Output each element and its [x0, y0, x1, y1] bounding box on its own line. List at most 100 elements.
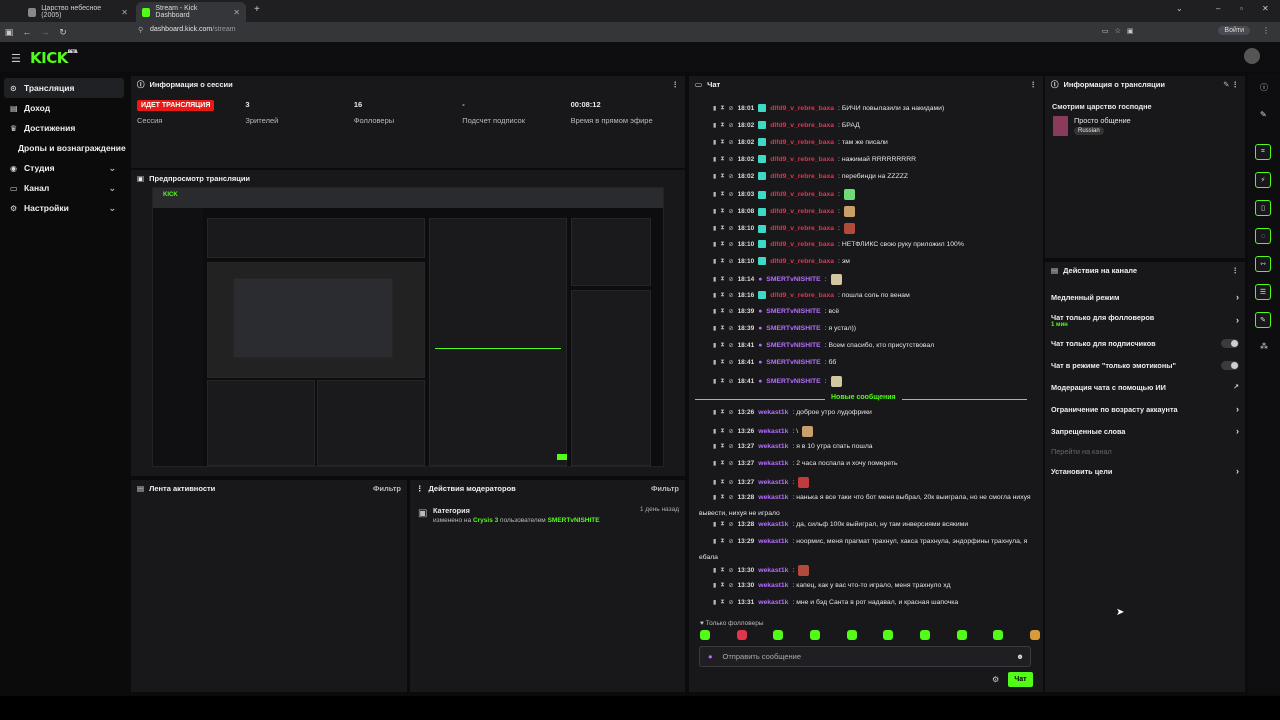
edit-icon[interactable]: ✎ ⋮	[1223, 80, 1239, 89]
ban-icon[interactable]: ⊘	[729, 241, 734, 248]
chat-input[interactable]: ● Отправить сообщение ☻	[699, 646, 1031, 667]
ban-icon[interactable]: ⊘	[729, 359, 734, 366]
ban-icon[interactable]: ⊘	[729, 342, 734, 349]
reload-icon[interactable]: ↻	[54, 27, 72, 38]
chat-username[interactable]: dlfd9_v_rebre_baxa	[770, 156, 834, 163]
banned-words-action[interactable]: Запрещенные слова ›	[1045, 420, 1245, 442]
ban-icon[interactable]: ⊘	[729, 308, 734, 315]
sidebar-item-stream[interactable]: ⊙ Трансляция	[4, 78, 124, 98]
ban-icon[interactable]: ⊘	[729, 538, 734, 545]
emote-icon[interactable]	[736, 630, 747, 640]
more-icon[interactable]: ⋮	[1232, 266, 1240, 275]
close-window-icon[interactable]: ✕	[1262, 4, 1269, 13]
hourglass-icon[interactable]: ⧗	[720, 460, 724, 467]
hourglass-icon[interactable]: ⧗	[720, 378, 724, 385]
chat-username[interactable]: wekast1k	[758, 538, 788, 545]
trash-icon[interactable]: ▮	[713, 105, 716, 112]
emote-icon[interactable]	[883, 630, 894, 640]
sidebar-item-drops[interactable]: Дропы и вознаграждение	[0, 138, 128, 158]
rail-button-doc[interactable]: ▯	[1255, 200, 1271, 216]
url-field[interactable]: dashboard.kick.com/stream	[150, 26, 236, 33]
rail-button-list[interactable]: ☰	[1255, 284, 1271, 300]
chat-username[interactable]: wekast1k	[758, 479, 788, 486]
trash-icon[interactable]: ▮	[713, 308, 716, 315]
hourglass-icon[interactable]: ⧗	[720, 191, 724, 198]
trash-icon[interactable]: ▮	[713, 582, 716, 589]
trash-icon[interactable]: ▮	[713, 359, 716, 366]
emote-icon[interactable]	[700, 630, 710, 640]
hourglass-icon[interactable]: ⧗	[720, 342, 724, 349]
info-icon[interactable]: ⓘ	[1260, 82, 1268, 93]
ban-icon[interactable]: ⊘	[729, 173, 734, 180]
ban-icon[interactable]: ⊘	[729, 105, 734, 112]
chat-username[interactable]: dlfd9_v_rebre_baxa	[770, 122, 834, 129]
hourglass-icon[interactable]: ⧗	[720, 241, 724, 248]
trash-icon[interactable]: ▮	[713, 479, 716, 486]
ban-icon[interactable]: ⊘	[729, 378, 734, 385]
hourglass-icon[interactable]: ⧗	[720, 325, 724, 332]
chat-username[interactable]: dlfd9_v_rebre_baxa	[770, 258, 834, 265]
ban-icon[interactable]: ⊘	[729, 428, 734, 435]
hourglass-icon[interactable]: ⧗	[720, 292, 724, 299]
rail-button-lightning[interactable]: ⚡	[1255, 172, 1271, 188]
trash-icon[interactable]: ▮	[713, 173, 716, 180]
chat-username[interactable]: SMERTvNISHITE	[766, 359, 820, 366]
more-icon[interactable]: ⋮	[672, 80, 680, 89]
chat-username[interactable]: wekast1k	[758, 460, 788, 467]
more-icon[interactable]: ⋮	[416, 484, 424, 493]
ban-icon[interactable]: ⊘	[729, 122, 734, 129]
ban-icon[interactable]: ⊘	[729, 208, 734, 215]
chat-username[interactable]: wekast1k	[758, 567, 788, 574]
trash-icon[interactable]: ▮	[713, 494, 716, 501]
chat-username[interactable]: dlfd9_v_rebre_baxa	[770, 191, 834, 198]
trash-icon[interactable]: ▮	[713, 325, 716, 332]
emote-only-action[interactable]: Чат в режиме "только эмотиконы"	[1045, 354, 1245, 376]
chat-username[interactable]: dlfd9_v_rebre_baxa	[770, 241, 834, 248]
chat-username[interactable]: dlfd9_v_rebre_baxa	[770, 225, 834, 232]
rail-button-chat[interactable]: ◌	[1255, 228, 1271, 244]
hourglass-icon[interactable]: ⧗	[720, 567, 724, 574]
browser-menu-icon[interactable]: ⋮	[1262, 26, 1270, 35]
kick-logo[interactable]: KICKBETA	[30, 49, 78, 67]
sidebar-item-studio[interactable]: ◉ Студия ⌄	[0, 158, 128, 178]
stream-preview-video[interactable]: KICK	[152, 187, 664, 467]
new-tab-icon[interactable]: +	[254, 4, 260, 15]
ban-icon[interactable]: ⊘	[729, 460, 734, 467]
chat-username[interactable]: dlfd9_v_rebre_baxa	[770, 173, 834, 180]
set-goals-action[interactable]: Установить цели ›	[1045, 460, 1245, 482]
toolbar-icons[interactable]: ▭☆▣	[1102, 27, 1140, 35]
hourglass-icon[interactable]: ⧗	[720, 582, 724, 589]
maximize-icon[interactable]: ▫	[1240, 4, 1243, 13]
emote-icon[interactable]	[919, 630, 930, 640]
chat-username[interactable]: SMERTvNISHITE	[766, 378, 820, 385]
ban-icon[interactable]: ⊘	[729, 521, 734, 528]
hourglass-icon[interactable]: ⧗	[720, 225, 724, 232]
site-info-icon[interactable]: ⚲	[138, 26, 143, 34]
ban-icon[interactable]: ⊘	[729, 599, 734, 606]
account-age-action[interactable]: Ограничение по возрасту аккаунта ›	[1045, 398, 1245, 420]
trash-icon[interactable]: ▮	[713, 599, 716, 606]
close-tab-icon[interactable]: ✕	[233, 8, 240, 17]
hourglass-icon[interactable]: ⧗	[720, 359, 724, 366]
hourglass-icon[interactable]: ⧗	[720, 276, 724, 283]
trash-icon[interactable]: ▮	[713, 292, 716, 299]
trash-icon[interactable]: ▮	[713, 139, 716, 146]
chat-username[interactable]: SMERTvNISHITE	[766, 308, 820, 315]
ban-icon[interactable]: ⊘	[729, 156, 734, 163]
sidebar-item-revenue[interactable]: ▤ Доход	[0, 98, 128, 118]
chat-username[interactable]: dlfd9_v_rebre_baxa	[770, 105, 834, 112]
hourglass-icon[interactable]: ⧗	[720, 308, 724, 315]
trash-icon[interactable]: ▮	[713, 521, 716, 528]
trash-icon[interactable]: ▮	[713, 156, 716, 163]
hourglass-icon[interactable]: ⧗	[720, 156, 724, 163]
trash-icon[interactable]: ▮	[713, 258, 716, 265]
rail-button-raid[interactable]: ⇿	[1255, 256, 1271, 272]
trash-icon[interactable]: ▮	[713, 567, 716, 574]
chat-username[interactable]: dlfd9_v_rebre_baxa	[770, 208, 834, 215]
trash-icon[interactable]: ▮	[713, 225, 716, 232]
chat-send-button[interactable]: Чат	[1008, 672, 1033, 687]
followers-only-action[interactable]: Чат только для фолловеров 1 мин ›	[1045, 308, 1245, 332]
forward-icon[interactable]: →	[36, 27, 54, 37]
emote-icon[interactable]	[993, 630, 1004, 640]
hourglass-icon[interactable]: ⧗	[720, 599, 724, 606]
